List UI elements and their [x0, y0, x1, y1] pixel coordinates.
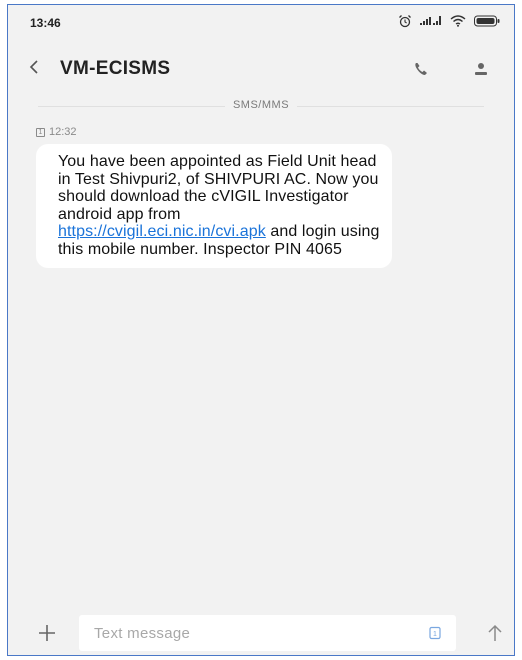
contact-title: VM-ECISMS	[60, 58, 171, 79]
sim-badge-icon: 1	[36, 127, 45, 137]
wifi-icon	[450, 14, 466, 32]
signal-icon	[420, 14, 442, 32]
message-link[interactable]: https://cvigil.eci.nic.in/cvi.apk	[58, 223, 266, 240]
alarm-icon	[398, 14, 412, 33]
sim-icon[interactable]: 1	[424, 622, 446, 644]
chevron-left-icon[interactable]	[28, 59, 54, 79]
message-bubble[interactable]: You have been appointed as Field Unit he…	[36, 144, 392, 268]
message-input[interactable]	[92, 623, 424, 643]
sim-label: 1	[433, 631, 437, 638]
conversation-header: VM-ECISMS	[8, 49, 514, 89]
contact-icon[interactable]	[466, 54, 496, 84]
message-time: 12:32	[49, 126, 77, 138]
composer-bar: 1	[8, 611, 514, 655]
phone-icon[interactable]	[406, 54, 436, 84]
phone-screen: 13:46 VM-ECISMS SMS/MMS 1 12:32 You have…	[7, 4, 515, 656]
plus-icon[interactable]	[32, 624, 62, 642]
message-text-before-link: You have been appointed as Field Unit he…	[58, 153, 379, 223]
section-label-text: SMS/MMS	[224, 99, 298, 111]
message-input-wrap: 1	[79, 615, 456, 651]
send-arrow-icon[interactable]	[480, 624, 510, 642]
section-label: SMS/MMS	[8, 99, 514, 111]
message-timestamp: 1 12:32	[36, 126, 77, 138]
status-icons	[398, 14, 500, 33]
battery-icon	[474, 14, 500, 32]
status-bar: 13:46	[8, 5, 514, 41]
status-time: 13:46	[30, 16, 61, 30]
